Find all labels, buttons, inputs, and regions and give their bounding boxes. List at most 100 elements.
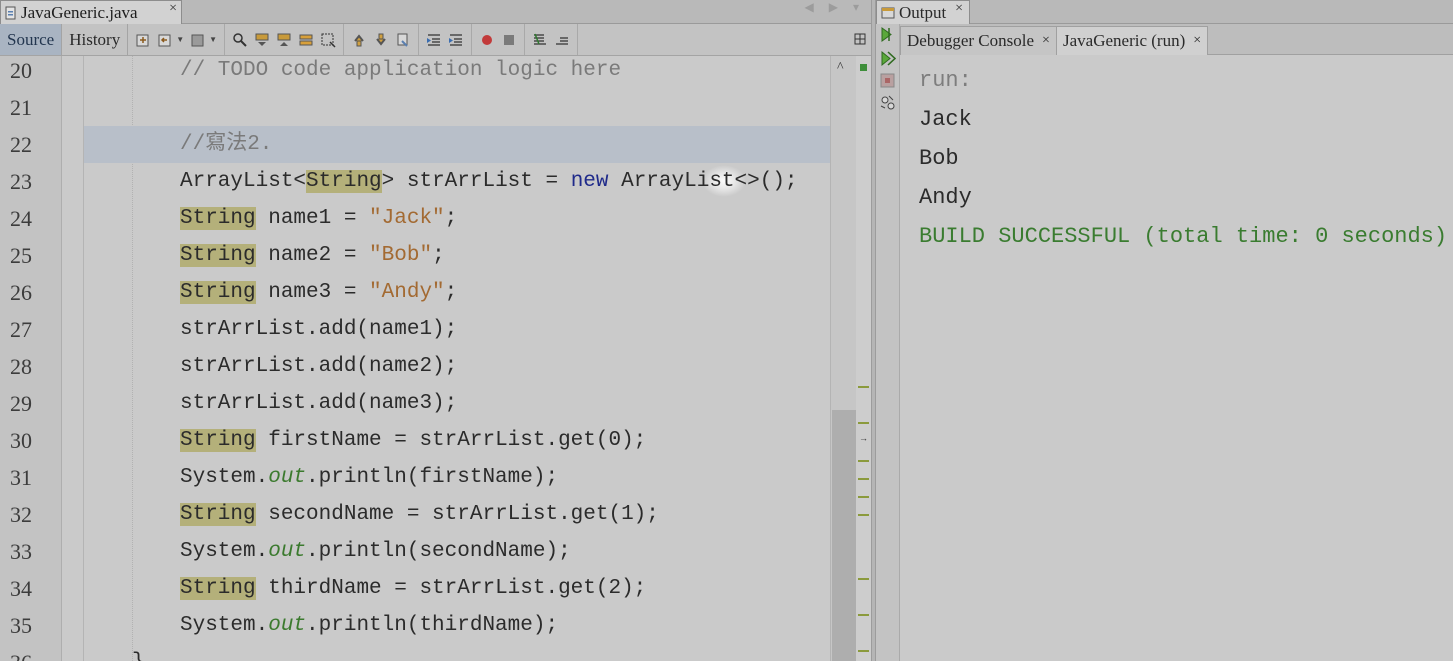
output-pane: Output × Debugger Console × JavaGeneric …: [876, 0, 1453, 661]
console-output[interactable]: run: Jack Bob Andy BUILD SUCCESSFUL (total t…: [900, 55, 1453, 661]
code-line[interactable]: System.out.println(thirdName);: [84, 607, 830, 644]
line-number[interactable]: 34: [10, 570, 32, 607]
find-previous-icon[interactable]: [253, 31, 271, 49]
line-number[interactable]: 20: [10, 52, 32, 89]
file-tab-javageneric[interactable]: JavaGeneric.java ×: [0, 0, 182, 24]
string-literal: "Bob": [369, 244, 433, 267]
comment-icon[interactable]: [531, 31, 549, 49]
code-line[interactable]: }: [84, 644, 830, 661]
stripe-mark[interactable]: [858, 422, 869, 424]
code-line[interactable]: strArrList.add(name2);: [84, 348, 830, 385]
line-number[interactable]: 24: [10, 200, 32, 237]
settings-icon[interactable]: [879, 94, 896, 111]
keyword-token: new: [570, 170, 609, 193]
code-line[interactable]: System.out.println(firstName);: [84, 459, 830, 496]
code-line[interactable]: // TODO code application logic here: [84, 56, 830, 89]
tab-javageneric-run[interactable]: JavaGeneric (run) ×: [1056, 26, 1209, 55]
back-icon[interactable]: [156, 31, 174, 49]
rerun-with-parameters-icon[interactable]: [879, 50, 897, 67]
code-line[interactable]: String firstName = strArrList.get(0);: [84, 422, 830, 459]
tab-scroll-arrows-icon[interactable]: ◀ ▶ ▾: [805, 0, 865, 15]
java-file-icon: [5, 6, 17, 20]
code-line[interactable]: String name2 = "Bob";: [84, 237, 830, 274]
toggle-highlight-icon[interactable]: [297, 31, 315, 49]
line-number[interactable]: 25: [10, 237, 32, 274]
close-icon[interactable]: ×: [169, 1, 177, 17]
last-edit-icon[interactable]: [134, 31, 152, 49]
line-number[interactable]: 26: [10, 274, 32, 311]
code-line[interactable]: String name3 = "Andy";: [84, 274, 830, 311]
history-tab-button[interactable]: History: [62, 24, 129, 55]
stripe-mark[interactable]: [858, 514, 869, 516]
toolbar-group-macro: [472, 24, 526, 55]
console-line: BUILD SUCCESSFUL (total time: 0 seconds): [919, 224, 1448, 249]
editor-tab-bar: JavaGeneric.java × ◀ ▶ ▾: [0, 0, 871, 24]
stripe-mark[interactable]: [858, 650, 869, 652]
stripe-mark[interactable]: [858, 478, 869, 480]
code-area[interactable]: // TODO code application logic here //寫法2…: [84, 56, 830, 661]
line-number[interactable]: 35: [10, 607, 32, 644]
code-line[interactable]: String name1 = "Jack";: [84, 200, 830, 237]
line-number[interactable]: 28: [10, 348, 32, 385]
line-number[interactable]: 32: [10, 496, 32, 533]
code-line[interactable]: strArrList.add(name1);: [84, 311, 830, 348]
editor-pane: JavaGeneric.java × ◀ ▶ ▾ Source History …: [0, 0, 871, 661]
code-line[interactable]: //寫法2.: [84, 126, 830, 163]
uncomment-icon[interactable]: [553, 31, 571, 49]
forward-icon[interactable]: [189, 31, 207, 49]
toolbar-group-comment: [525, 24, 579, 55]
back-dropdown-icon[interactable]: ▼: [176, 35, 184, 44]
find-icon[interactable]: [231, 31, 249, 49]
code-line[interactable]: strArrList.add(name3);: [84, 385, 830, 422]
stripe-mark[interactable]: [858, 460, 869, 462]
output-window-tab[interactable]: Output ×: [876, 0, 970, 24]
file-tab-label: JavaGeneric.java: [21, 2, 138, 22]
line-number[interactable]: 21: [10, 89, 32, 126]
shift-right-icon[interactable]: [447, 31, 465, 49]
stripe-mark[interactable]: [858, 386, 869, 388]
toggle-bookmark-icon[interactable]: [394, 31, 412, 49]
no-errors-icon: [860, 64, 867, 71]
next-bookmark-icon[interactable]: [372, 31, 390, 49]
rerun-icon[interactable]: [879, 26, 896, 43]
stop-icon[interactable]: [879, 72, 896, 89]
line-number[interactable]: 30: [10, 422, 32, 459]
line-number[interactable]: 27: [10, 311, 32, 348]
error-stripe: →: [856, 56, 871, 661]
line-number[interactable]: 22: [10, 126, 32, 163]
close-icon[interactable]: ×: [1193, 33, 1201, 49]
line-number[interactable]: 33: [10, 533, 32, 570]
stripe-mark[interactable]: [858, 496, 869, 498]
shift-left-icon[interactable]: [425, 31, 443, 49]
scrollbar-thumb[interactable]: [832, 410, 856, 661]
code-line[interactable]: System.out.println(secondName);: [84, 533, 830, 570]
line-number[interactable]: 29: [10, 385, 32, 422]
toolbar-group-indent: [419, 24, 473, 55]
stripe-mark[interactable]: [858, 578, 869, 580]
line-number[interactable]: 23: [10, 163, 32, 200]
find-next-icon[interactable]: [275, 31, 293, 49]
start-macro-recording-icon[interactable]: [478, 31, 496, 49]
line-number[interactable]: 31: [10, 459, 32, 496]
forward-dropdown-icon[interactable]: ▼: [209, 35, 217, 44]
code-line[interactable]: String thirdName = strArrList.get(2);: [84, 570, 830, 607]
fold-column: [62, 56, 84, 661]
line-number[interactable]: 36: [10, 644, 32, 661]
code-line[interactable]: String secondName = strArrList.get(1);: [84, 496, 830, 533]
close-icon[interactable]: ×: [955, 1, 963, 17]
source-tab-button[interactable]: Source: [0, 24, 63, 55]
stop-macro-recording-icon[interactable]: [500, 31, 518, 49]
maximize-editor-icon[interactable]: [854, 32, 866, 50]
console-tab-bar: Debugger Console × JavaGeneric (run) ×: [900, 24, 1453, 55]
close-icon[interactable]: ×: [1042, 33, 1050, 49]
output-side-toolbar: [876, 24, 900, 661]
vertical-scrollbar[interactable]: ^: [830, 56, 856, 661]
code-line[interactable]: ArrayList<String> strArrList = new Array…: [84, 163, 830, 200]
code-line[interactable]: [84, 89, 830, 126]
tab-debugger-console[interactable]: Debugger Console ×: [900, 26, 1057, 55]
scroll-up-icon[interactable]: ^: [837, 60, 844, 76]
type-token: String: [180, 207, 256, 230]
previous-bookmark-icon[interactable]: [350, 31, 368, 49]
stripe-mark[interactable]: [858, 614, 869, 616]
select-rectangular-icon[interactable]: [319, 31, 337, 49]
